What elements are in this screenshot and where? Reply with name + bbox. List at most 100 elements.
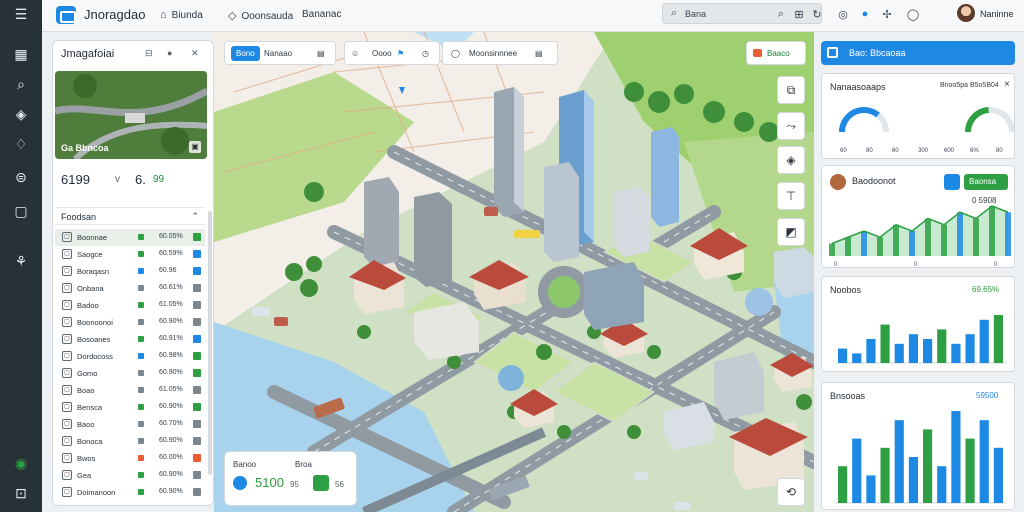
search-input[interactable] bbox=[685, 7, 775, 21]
menu-icon[interactable]: ☰ bbox=[9, 3, 33, 25]
chat-icon[interactable]: ◯ bbox=[451, 46, 460, 61]
panel-header[interactable]: Bao: Bbcaoaa bbox=[821, 41, 1015, 65]
checkbox[interactable] bbox=[193, 471, 201, 479]
mode-button[interactable]: Nanaao bbox=[264, 46, 292, 61]
layers-icon[interactable]: ▦ bbox=[9, 43, 33, 65]
settings-icon[interactable]: ◎ bbox=[834, 5, 852, 23]
list-item[interactable]: ▢ Baoo 60.70% bbox=[55, 416, 205, 433]
section-header[interactable]: Foodsan ⌃ bbox=[55, 207, 205, 225]
checkbox[interactable] bbox=[193, 250, 201, 258]
trend-card: Baodoonot Baonsa 0 5908 000 bbox=[821, 165, 1015, 268]
checkbox[interactable] bbox=[193, 318, 201, 326]
person-icon[interactable]: ⊡ bbox=[9, 482, 33, 504]
close-icon[interactable]: ✕ bbox=[191, 48, 199, 59]
layer-icon: ▢ bbox=[62, 232, 72, 242]
mode-button-active[interactable]: Bono bbox=[231, 46, 260, 61]
layer-list: ▢ Boonnae 60.05% ▢ Saogce 60.59% ▢ Boraqasn 60.9… bbox=[55, 229, 205, 501]
locate-tool-icon[interactable]: ⟲ bbox=[777, 478, 805, 506]
nav-label: Ooonsauda bbox=[241, 11, 294, 22]
nav-item-third[interactable]: Bananac bbox=[302, 9, 341, 20]
summary-label: Banoo bbox=[233, 460, 257, 469]
list-item[interactable]: ▢ Boonnae 60.05% bbox=[55, 229, 205, 246]
checkbox[interactable] bbox=[193, 403, 201, 411]
checkbox[interactable] bbox=[193, 267, 201, 275]
list-item[interactable]: ▢ Onbana 60.61% bbox=[55, 280, 205, 297]
mode-button[interactable]: Moonsinnnee bbox=[469, 46, 517, 61]
car-icon[interactable]: ⊜ bbox=[9, 166, 33, 188]
checkbox[interactable] bbox=[193, 301, 201, 309]
gauge-chart: 60 80 60 300 600 6% 80 bbox=[839, 107, 1014, 154]
bar bbox=[852, 438, 862, 503]
checkbox[interactable] bbox=[193, 335, 201, 343]
scrollbar[interactable] bbox=[208, 211, 212, 475]
checkbox[interactable] bbox=[193, 454, 201, 462]
layer-name: Bonoca bbox=[77, 437, 103, 446]
checkbox[interactable] bbox=[193, 284, 201, 292]
nav-item-home[interactable]: ⌂ Biunda bbox=[160, 9, 203, 21]
list-item[interactable]: ▢ Boao 61.05% bbox=[55, 382, 205, 399]
bar bbox=[866, 475, 876, 503]
checkbox[interactable] bbox=[193, 352, 201, 360]
signpost-tool-icon[interactable]: ⊤ bbox=[777, 182, 805, 210]
checkbox[interactable] bbox=[193, 488, 201, 496]
list-item[interactable]: ▢ Boraqasn 60.96 bbox=[55, 263, 205, 280]
pin-icon[interactable]: ✢ bbox=[878, 5, 896, 23]
bar bbox=[838, 348, 848, 363]
pin-icon: ◇ bbox=[228, 10, 237, 22]
nav-item-places[interactable]: ◇ Ooonsauda bbox=[228, 9, 293, 22]
list-item[interactable]: ▢ Bwos 60.00% bbox=[55, 450, 205, 467]
bell-icon[interactable]: ♢ bbox=[9, 133, 33, 155]
grid-icon[interactable]: ⊞ bbox=[790, 5, 808, 23]
list-item[interactable]: ▢ Bosoanes 60.91% bbox=[55, 331, 205, 348]
grid-icon[interactable]: ▤ bbox=[317, 46, 325, 61]
panel-pin-icon[interactable]: ⊟ bbox=[145, 48, 153, 59]
search-icon[interactable]: ⌕ bbox=[9, 73, 33, 95]
status-dot-icon bbox=[233, 476, 247, 490]
measure-tool-icon[interactable]: ◈ bbox=[777, 146, 805, 174]
bar bbox=[951, 343, 961, 363]
bar bbox=[852, 353, 862, 363]
route-tool-icon[interactable]: ⤳ bbox=[777, 112, 805, 140]
tag-icon[interactable]: ◈ bbox=[9, 103, 33, 125]
checkbox[interactable] bbox=[193, 233, 201, 241]
clock-icon[interactable]: ◷ bbox=[422, 46, 429, 61]
bell-icon[interactable]: ◯ bbox=[904, 5, 922, 23]
checkbox[interactable] bbox=[193, 369, 201, 377]
search-icon[interactable]: ⌕ bbox=[772, 5, 790, 23]
flag-icon[interactable]: ⚑ bbox=[397, 46, 404, 61]
status-icon[interactable]: ● bbox=[856, 5, 874, 23]
list-item[interactable]: ▢ Boonoonoi 60.90% bbox=[55, 314, 205, 331]
avatar[interactable] bbox=[956, 3, 976, 23]
list-item[interactable]: ▢ Badoo 61.05% bbox=[55, 297, 205, 314]
summary-card[interactable]: Banoo Broa 5100 95 56 bbox=[224, 451, 357, 506]
layer-icon: ▢ bbox=[62, 402, 72, 412]
layer-name: Doimanoon bbox=[77, 488, 116, 497]
map-canvas[interactable] bbox=[214, 32, 814, 512]
draw-tool-icon[interactable]: ◩ bbox=[777, 218, 805, 246]
list-item[interactable]: ▢ Gea 60.90% bbox=[55, 467, 205, 484]
list-item[interactable]: ▢ Bensca 60.90% bbox=[55, 399, 205, 416]
list-item[interactable]: ▢ Bonoca 60.90% bbox=[55, 433, 205, 450]
expand-icon[interactable]: ▣ bbox=[189, 141, 201, 153]
checkbox[interactable] bbox=[193, 437, 201, 445]
checkbox[interactable] bbox=[193, 420, 201, 428]
refresh-icon[interactable]: ↻ bbox=[808, 5, 826, 23]
status-dot-icon[interactable]: ◉ bbox=[9, 452, 33, 474]
mode-button[interactable]: Oooo bbox=[372, 46, 392, 61]
face-icon[interactable]: ☺ bbox=[351, 46, 359, 61]
tree-icon[interactable]: ⚘ bbox=[9, 250, 33, 272]
checkbox[interactable] bbox=[193, 386, 201, 394]
list-item[interactable]: ▢ Doimanoon 60.90% bbox=[55, 484, 205, 501]
panel-toggle-icon[interactable]: ● bbox=[167, 48, 172, 58]
grid-icon[interactable]: ▤ bbox=[535, 46, 543, 61]
list-item[interactable]: ▢ Dordocoss 60.98% bbox=[55, 348, 205, 365]
list-item[interactable]: ▢ Gomo 60.90% bbox=[55, 365, 205, 382]
action-button[interactable]: Baaco bbox=[746, 41, 806, 65]
user-name[interactable]: Naninne bbox=[980, 9, 1014, 19]
layer-name: Boonnae bbox=[77, 233, 108, 242]
square-icon[interactable]: ▢ bbox=[9, 200, 33, 222]
location-thumbnail[interactable]: Ga Bbncoa ▣ bbox=[55, 71, 207, 159]
list-item[interactable]: ▢ Saogce 60.59% bbox=[55, 246, 205, 263]
layers-tool-icon[interactable]: ⧉ bbox=[777, 76, 805, 104]
status-dot-icon bbox=[138, 234, 144, 240]
